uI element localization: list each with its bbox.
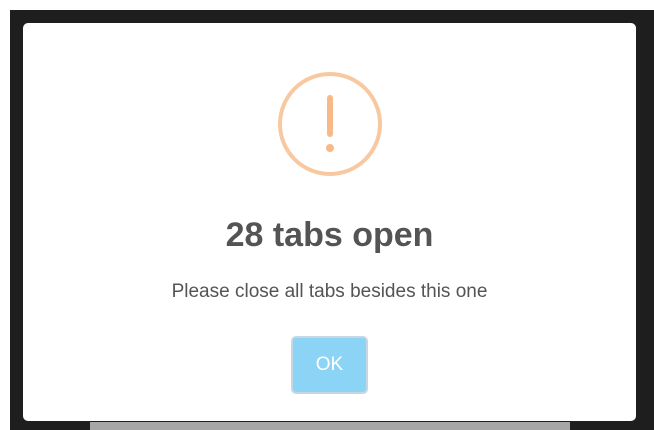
dialog-title: 28 tabs open: [225, 216, 434, 254]
dialog-message: Please close all tabs besides this one: [171, 281, 488, 302]
ok-button[interactable]: OK: [291, 336, 368, 394]
background-page-strip: [90, 422, 570, 430]
alert-dialog: 28 tabs open Please close all tabs besid…: [23, 23, 636, 421]
warning-exclamation-icon: [277, 71, 383, 177]
